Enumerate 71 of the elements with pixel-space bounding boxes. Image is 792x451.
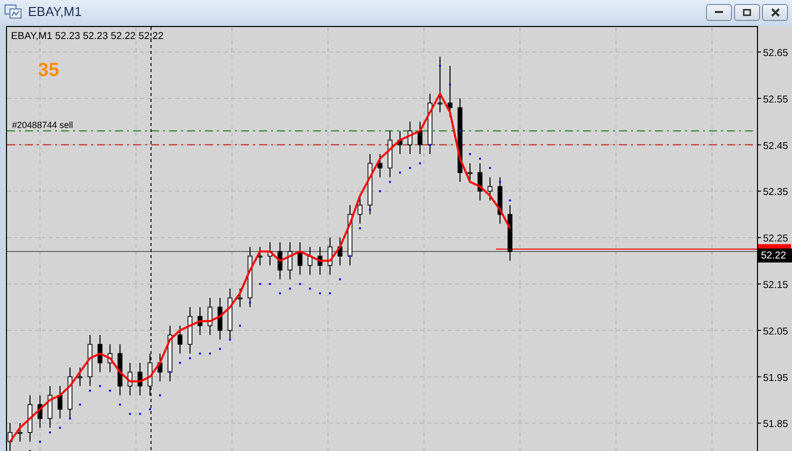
price-axis-label: 52.05	[763, 326, 788, 338]
minimize-icon	[715, 11, 723, 13]
candlestick	[218, 297, 222, 340]
candlestick	[28, 394, 32, 442]
candlestick	[378, 154, 382, 178]
bid-price-tag: 52.22	[758, 248, 792, 262]
candlestick	[398, 130, 402, 155]
candlestick	[128, 362, 132, 396]
price-axis-label: 51.85	[763, 419, 788, 430]
candlestick	[188, 306, 192, 354]
ask-price-tag	[758, 244, 791, 250]
candlestick	[328, 237, 332, 276]
candlestick	[108, 344, 112, 373]
candlestick	[338, 237, 342, 266]
candlestick	[428, 93, 432, 155]
candlestick	[38, 394, 42, 428]
candlestick	[208, 297, 212, 336]
candlestick	[118, 344, 122, 396]
candlestick	[278, 242, 282, 280]
candlestick	[238, 288, 242, 308]
candlestick	[178, 325, 182, 354]
candlestick	[288, 242, 292, 280]
price-axis-label: 51.95	[763, 372, 788, 384]
candlestick	[18, 422, 22, 442]
candlestick	[98, 334, 102, 373]
candlestick	[58, 386, 62, 420]
candlestick	[228, 288, 232, 340]
close-icon	[770, 8, 780, 16]
candlestick	[318, 246, 322, 276]
price-axis-label: 52.25	[763, 234, 788, 245]
candlestick	[488, 176, 492, 201]
candlestick	[198, 306, 202, 336]
candlestick	[138, 362, 142, 396]
order-label: #20488744 sell	[12, 120, 74, 130]
candlestick	[408, 121, 412, 155]
candlestick	[158, 353, 162, 382]
candlestick	[478, 162, 482, 201]
candlestick	[148, 353, 152, 396]
candlestick	[348, 204, 352, 266]
indicator-value: 35	[38, 60, 60, 81]
candlestick	[78, 366, 82, 387]
candlestick	[248, 246, 252, 308]
candlestick	[358, 195, 362, 224]
price-axis-label: 52.55	[763, 94, 788, 106]
candlestick	[258, 246, 262, 266]
price-axis-label: 52.35	[763, 187, 788, 198]
candlestick	[268, 242, 272, 266]
price-axis-label: 52.15	[763, 280, 788, 291]
chart-window-icon	[4, 4, 22, 20]
candlestick	[168, 325, 172, 382]
candlestick	[468, 162, 472, 182]
candlestick	[308, 246, 312, 276]
candlestick	[48, 386, 52, 428]
chart-header: EBAY,M1 52.23 52.23 52.22 52.22	[11, 31, 164, 42]
window-title: EBAY,M1	[28, 3, 82, 22]
candlestick	[438, 56, 442, 113]
candlestick	[298, 242, 302, 276]
restore-icon	[743, 8, 751, 16]
candlestick	[418, 121, 422, 155]
candlestick	[368, 154, 372, 215]
restore-button[interactable]	[734, 4, 760, 20]
candlestick	[88, 334, 92, 387]
candlestick	[388, 130, 392, 178]
candlestick	[68, 366, 72, 420]
candlestick	[448, 65, 452, 118]
candlestick	[498, 176, 502, 224]
candlestick	[508, 204, 512, 262]
minimize-button[interactable]	[706, 4, 732, 20]
price-axis-label: 52.45	[763, 140, 788, 152]
close-button[interactable]	[762, 4, 788, 20]
price-axis-label: 52.65	[763, 48, 788, 59]
